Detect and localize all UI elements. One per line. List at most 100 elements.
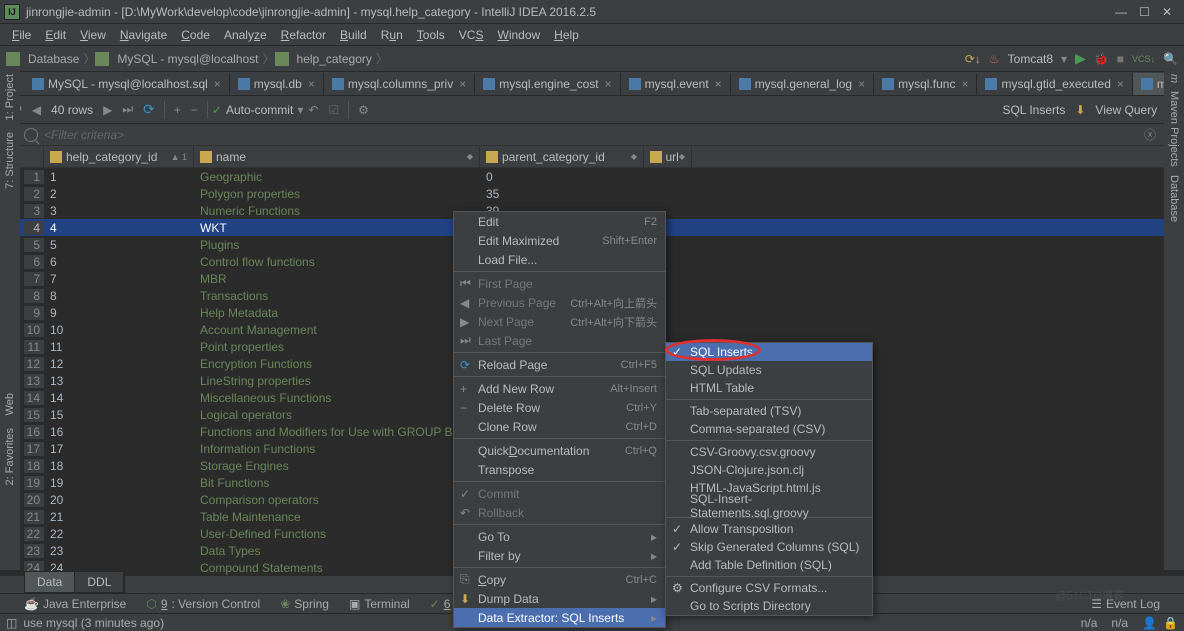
close-button[interactable]: ✕ bbox=[1162, 5, 1172, 19]
column-header-url[interactable]: url◆ bbox=[644, 146, 692, 167]
cell-name[interactable]: Miscellaneous Functions bbox=[194, 391, 480, 405]
cell-name[interactable]: Control flow functions bbox=[194, 255, 480, 269]
cm-go-to[interactable]: Go To▸ bbox=[454, 527, 665, 546]
cell-name[interactable]: Help Metadata bbox=[194, 306, 480, 320]
table-row[interactable]: 11Geographic0 bbox=[0, 168, 1184, 185]
cell-id[interactable]: 15 bbox=[44, 408, 194, 422]
add-row-icon[interactable]: + bbox=[169, 103, 186, 117]
auto-commit-toggle[interactable]: ✓Auto-commit▾ bbox=[212, 103, 303, 117]
close-icon[interactable]: × bbox=[1117, 77, 1124, 91]
bt-vcs[interactable]: ⬡9: Version Control bbox=[146, 597, 260, 611]
rail-web[interactable]: Web bbox=[4, 393, 16, 415]
cell-name[interactable]: Compound Statements bbox=[194, 561, 480, 575]
cell-name[interactable]: Account Management bbox=[194, 323, 480, 337]
cell-id[interactable]: 17 bbox=[44, 442, 194, 456]
cell-id[interactable]: 14 bbox=[44, 391, 194, 405]
sm-scripts-dir[interactable]: Go to Scripts Directory bbox=[666, 597, 872, 615]
column-header-name[interactable]: name◆ bbox=[194, 146, 480, 167]
cm-quick-doc[interactable]: Quick DocumentationCtrl+Q bbox=[454, 441, 665, 460]
cm-clone-row[interactable]: Clone RowCtrl+D bbox=[454, 417, 665, 436]
cell-id[interactable]: 7 bbox=[44, 272, 194, 286]
revert-icon[interactable]: ↶ bbox=[303, 103, 323, 117]
cm-edit-maximized[interactable]: Edit MaximizedShift+Enter bbox=[454, 231, 665, 250]
cell-id[interactable]: 23 bbox=[44, 544, 194, 558]
cell-name[interactable]: Numeric Functions bbox=[194, 204, 480, 218]
cell-name[interactable]: Transactions bbox=[194, 289, 480, 303]
close-icon[interactable]: × bbox=[961, 77, 968, 91]
cell-id[interactable]: 22 bbox=[44, 527, 194, 541]
close-icon[interactable]: × bbox=[214, 77, 221, 91]
breadcrumb-connection[interactable]: MySQL - mysql@localhost bbox=[113, 52, 262, 66]
editor-tab[interactable]: mysql.event× bbox=[621, 73, 731, 95]
cell-name[interactable]: Storage Engines bbox=[194, 459, 480, 473]
minimize-button[interactable]: — bbox=[1115, 5, 1127, 19]
rail-project[interactable]: 1: Project bbox=[4, 74, 16, 120]
cell-name[interactable]: MBR bbox=[194, 272, 480, 286]
extractor-selector[interactable]: SQL Inserts bbox=[1002, 103, 1065, 117]
cell-id[interactable]: 18 bbox=[44, 459, 194, 473]
editor-tab[interactable]: mysql.db× bbox=[230, 73, 324, 95]
rail-database[interactable]: Database bbox=[1168, 175, 1180, 222]
delete-row-icon[interactable]: − bbox=[186, 103, 203, 117]
prev-page-icon[interactable]: ◀ bbox=[27, 103, 46, 117]
cell-id[interactable]: 11 bbox=[44, 340, 194, 354]
cell-name[interactable]: Functions and Modifiers for Use with GRO… bbox=[194, 425, 480, 439]
sm-skip-gen[interactable]: ✓Skip Generated Columns (SQL) bbox=[666, 538, 872, 556]
cell-name[interactable]: LineString properties bbox=[194, 374, 480, 388]
sync-icon[interactable]: ⟳↓ bbox=[965, 52, 981, 66]
cell-id[interactable]: 2 bbox=[44, 187, 194, 201]
sm-csv-groovy[interactable]: CSV-Groovy.csv.groovy bbox=[666, 443, 872, 461]
close-icon[interactable]: × bbox=[308, 77, 315, 91]
menu-run[interactable]: Run bbox=[375, 26, 409, 44]
hector-icon[interactable]: 👤 bbox=[1142, 616, 1157, 630]
close-icon[interactable]: × bbox=[715, 77, 722, 91]
cell-id[interactable]: 16 bbox=[44, 425, 194, 439]
cell-id[interactable]: 5 bbox=[44, 238, 194, 252]
refresh-icon[interactable]: ⟳ bbox=[138, 101, 160, 118]
next-page-icon[interactable]: ▶ bbox=[98, 103, 117, 117]
cell-name[interactable]: Table Maintenance bbox=[194, 510, 480, 524]
sm-allow-trans[interactable]: ✓Allow Transposition bbox=[666, 520, 872, 538]
cell-name[interactable]: Comparison operators bbox=[194, 493, 480, 507]
tab-ddl[interactable]: DDL bbox=[75, 572, 124, 592]
cm-copy[interactable]: ⎘CopyCtrl+C bbox=[454, 570, 665, 589]
close-icon[interactable]: × bbox=[858, 77, 865, 91]
menu-help[interactable]: Help bbox=[548, 26, 585, 44]
search-everywhere-icon[interactable]: 🔍 bbox=[1163, 52, 1178, 66]
rail-maven[interactable]: m bbox=[1168, 74, 1180, 83]
editor-tab[interactable]: mysql.gtid_executed× bbox=[977, 73, 1132, 95]
cell-id[interactable]: 4 bbox=[44, 221, 194, 235]
menu-edit[interactable]: Edit bbox=[39, 26, 72, 44]
cm-data-extractor[interactable]: Data Extractor: SQL Inserts▸ bbox=[454, 608, 665, 627]
cm-reload[interactable]: ⟳Reload PageCtrl+F5 bbox=[454, 355, 665, 374]
menu-navigate[interactable]: Navigate bbox=[114, 26, 173, 44]
menu-file[interactable]: File bbox=[6, 26, 37, 44]
sm-sql-inserts[interactable]: ✓SQL Inserts bbox=[666, 343, 872, 361]
cell-parent[interactable]: 35 bbox=[480, 187, 644, 201]
rail-maven-label[interactable]: Maven Projects bbox=[1168, 91, 1180, 167]
editor-tab[interactable]: mysql.engine_cost× bbox=[475, 73, 620, 95]
cell-name[interactable]: Point properties bbox=[194, 340, 480, 354]
cm-filter-by[interactable]: Filter by▸ bbox=[454, 546, 665, 565]
cm-edit[interactable]: EditF2 bbox=[454, 212, 665, 231]
column-header-parent[interactable]: parent_category_id◆ bbox=[480, 146, 644, 167]
sm-sql-updates[interactable]: SQL Updates bbox=[666, 361, 872, 379]
filter-input[interactable]: <Filter criteria> bbox=[44, 128, 124, 142]
cm-dump-data[interactable]: ⬇Dump Data▸ bbox=[454, 589, 665, 608]
cm-add-row[interactable]: +Add New RowAlt+Insert bbox=[454, 379, 665, 398]
cell-name[interactable]: Plugins bbox=[194, 238, 480, 252]
cell-id[interactable]: 13 bbox=[44, 374, 194, 388]
menu-window[interactable]: Window bbox=[491, 26, 546, 44]
cell-name[interactable]: Geographic bbox=[194, 170, 480, 184]
sm-sql-groovy[interactable]: SQL-Insert-Statements.sql.groovy bbox=[666, 497, 872, 515]
sm-add-tbl[interactable]: Add Table Definition (SQL) bbox=[666, 556, 872, 574]
close-icon[interactable]: × bbox=[605, 77, 612, 91]
commit-icon[interactable]: ☑ bbox=[323, 103, 344, 117]
cell-id[interactable]: 19 bbox=[44, 476, 194, 490]
menu-refactor[interactable]: Refactor bbox=[275, 26, 332, 44]
cell-name[interactable]: Logical operators bbox=[194, 408, 480, 422]
editor-tab[interactable]: mysql.func× bbox=[874, 73, 977, 95]
sm-html-table[interactable]: HTML Table bbox=[666, 379, 872, 397]
cell-name[interactable]: Polygon properties bbox=[194, 187, 480, 201]
cell-name[interactable]: Bit Functions bbox=[194, 476, 480, 490]
